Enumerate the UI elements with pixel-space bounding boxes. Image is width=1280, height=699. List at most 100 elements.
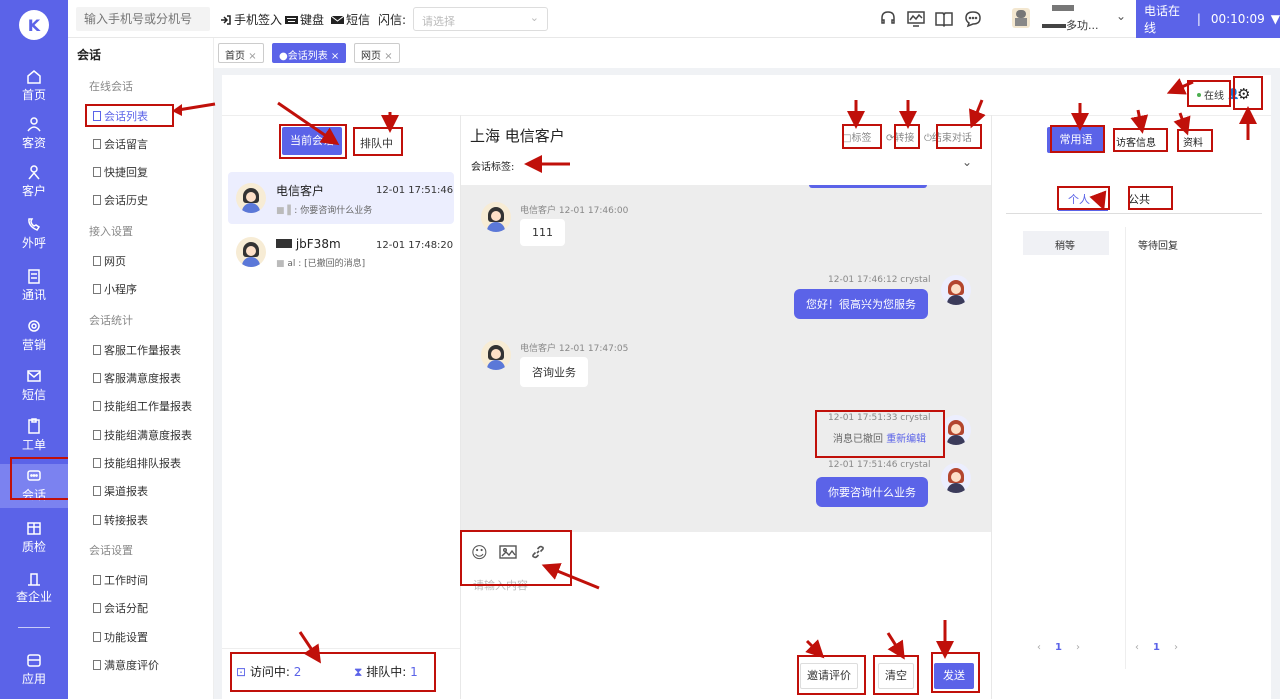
subnav-item-miniprogram[interactable]: 小程序 [93, 281, 137, 297]
headset-icon[interactable] [878, 9, 898, 29]
subnav-item-report[interactable]: 客服满意度报表 [93, 370, 181, 386]
clear-button[interactable]: 清空 [878, 663, 914, 689]
emoji-icon[interactable]: ☺ [471, 543, 488, 562]
rail-item-home[interactable]: 首页 [0, 64, 68, 108]
send-button[interactable]: 发送 [934, 663, 974, 689]
rail-item-marketing[interactable]: 营销 [0, 314, 68, 358]
rail-item-quality[interactable]: 质检 [0, 516, 68, 560]
rail-item-company[interactable]: 查企业 [0, 566, 68, 610]
subnav-item-report[interactable]: 转接报表 [93, 512, 148, 528]
main-panel: 在线 👤 ⚙ 当前会话 排队中 电信客户 12-01 17:51:46 ■ ▌:… [222, 75, 1271, 699]
subnav-item-work-hours[interactable]: 工作时间 [93, 572, 148, 588]
subnav-item-assignment[interactable]: 会话分配 [93, 600, 148, 616]
subnav-item-session-list[interactable]: 会话列表 [93, 108, 148, 124]
tab-phrases[interactable]: 常用语 [1047, 127, 1105, 153]
phrase-item[interactable]: 等待回复 [1138, 237, 1178, 252]
redacted-text [1042, 24, 1066, 28]
chevron-down-icon: ⌄ [529, 11, 539, 24]
tab-session-list[interactable]: ●会话列表 × [272, 43, 347, 63]
subtab-personal[interactable]: 个人 [1068, 191, 1090, 207]
doc-icon [93, 139, 101, 149]
flash-sms-select[interactable]: 请选择 ⌄ [413, 7, 548, 31]
marketing-icon [28, 320, 40, 332]
subnav-item-report[interactable]: 技能组满意度报表 [93, 427, 192, 443]
rail-item-apps[interactable]: 应用 [0, 648, 68, 692]
current-sessions-button[interactable]: 当前会话 [282, 127, 342, 155]
session-tag-label: 会话标签: [471, 162, 515, 173]
doc-icon [93, 458, 101, 468]
message-list[interactable]: 电信客户 12-01 17:46:00 111 12-01 17:46:12 c… [461, 185, 991, 532]
keyboard-icon [285, 15, 298, 24]
rail-item-sms[interactable]: 短信 [0, 364, 68, 408]
queue-button[interactable]: 排队中 [360, 135, 393, 151]
gear-icon[interactable]: ⚙ [1237, 85, 1250, 103]
invite-rating-button[interactable]: 邀请评价 [800, 663, 858, 689]
chevron-down-icon[interactable]: ⌄ [1116, 9, 1126, 23]
book-icon[interactable] [934, 9, 954, 29]
subnav-item-satisfaction[interactable]: 满意度评价 [93, 657, 159, 673]
agent-status[interactable]: 在线 👤 [1197, 87, 1239, 102]
tab-visitor-info[interactable]: 访客信息 [1116, 134, 1156, 149]
image-icon[interactable] [499, 544, 517, 563]
quality-icon [27, 522, 41, 535]
message-icon[interactable] [963, 9, 983, 29]
re-edit-link[interactable]: 重新编辑 [886, 434, 926, 445]
phone-online-status[interactable]: 电话在线 | 00:10:09 ▼ [1136, 0, 1280, 38]
avatar [236, 237, 266, 267]
subnav-item-report[interactable]: 技能组排队报表 [93, 455, 181, 471]
caret-down-icon[interactable]: ▼ [1271, 12, 1280, 26]
subnav-item-report[interactable]: 客服工作量报表 [93, 342, 181, 358]
rail-item-customer[interactable]: 客户 [0, 160, 68, 204]
subnav-item-report[interactable]: 渠道报表 [93, 483, 148, 499]
doc-icon [93, 575, 101, 585]
list-item[interactable]: jbF38m 12-01 17:48:20 ■ al : [已撤回的消息] [228, 227, 454, 279]
chevron-right-icon[interactable]: › [1174, 642, 1178, 653]
phrase-item[interactable]: 稍等 [1055, 237, 1075, 252]
list-item[interactable]: 电信客户 12-01 17:51:46 ■ ▌: 你要咨询什么业务 [228, 172, 454, 224]
end-chat-button[interactable]: ⏻结束对话 [924, 129, 972, 144]
pagination[interactable]: ‹ 1 › [1037, 642, 1080, 653]
queue-count[interactable]: ⧗ 排队中: 1 [354, 663, 418, 680]
phone-checkin-button[interactable]: 手机签入 [220, 11, 282, 28]
chevron-left-icon[interactable]: ‹ [1135, 642, 1139, 653]
subnav-group: 会话设置 [89, 544, 133, 557]
top-bar: 手机签入 键盘 短信 闪信: 请选择 ⌄ 多功... ⌄ 电话在线 | 00:1… [68, 0, 1280, 38]
chevron-down-icon[interactable]: ⌄ [962, 155, 972, 169]
visiting-count[interactable]: ⊡ 访问中: 2 [236, 663, 301, 680]
tab-profile[interactable]: 资料 [1183, 134, 1203, 149]
tab-home[interactable]: 首页 × [218, 43, 264, 63]
avatar [481, 340, 511, 370]
phone-input[interactable] [76, 7, 210, 31]
subnav-item-quick-reply[interactable]: 快捷回复 [93, 164, 148, 180]
transfer-button[interactable]: ⟳转接 [886, 129, 914, 144]
close-icon[interactable]: × [248, 51, 256, 62]
tab-web[interactable]: 网页 × [354, 43, 400, 63]
close-icon[interactable]: × [331, 51, 339, 62]
rail-item-outbound[interactable]: 外呼 [0, 212, 68, 256]
user-name-redacted [1042, 5, 1082, 15]
subnav-item-report[interactable]: 技能组工作量报表 [93, 398, 192, 414]
tabs-row: 首页 × ●会话列表 × 网页 × [214, 38, 1280, 68]
rail-item-contacts[interactable]: 通讯 [0, 264, 68, 308]
subnav-item-history[interactable]: 会话历史 [93, 192, 148, 208]
rail-item-ticket[interactable]: 工单 [0, 414, 68, 458]
link-icon[interactable] [530, 544, 546, 563]
user-avatar[interactable] [1012, 8, 1030, 28]
tag-button[interactable]: □标签 [842, 129, 871, 144]
rail-item-chat[interactable]: 会话 [0, 464, 68, 508]
chevron-right-icon[interactable]: › [1076, 642, 1080, 653]
subnav-item-web[interactable]: 网页 [93, 253, 126, 269]
user-role[interactable]: 多功... [1042, 17, 1099, 33]
rail-item-leads[interactable]: 客资 [0, 112, 68, 156]
subnav-item-features[interactable]: 功能设置 [93, 629, 148, 645]
monitor-icon[interactable] [906, 9, 926, 29]
doc-icon [93, 373, 101, 383]
sms-button[interactable]: 短信 [331, 11, 370, 28]
keyboard-button[interactable]: 键盘 [285, 11, 324, 28]
chevron-left-icon[interactable]: ‹ [1037, 642, 1041, 653]
subnav-item-messages[interactable]: 会话留言 [93, 136, 148, 152]
close-icon[interactable]: × [384, 51, 392, 62]
pagination[interactable]: ‹ 1 › [1135, 642, 1178, 653]
subtab-public[interactable]: 公共 [1128, 191, 1150, 207]
message-input[interactable]: 请输入内容 [473, 577, 528, 593]
